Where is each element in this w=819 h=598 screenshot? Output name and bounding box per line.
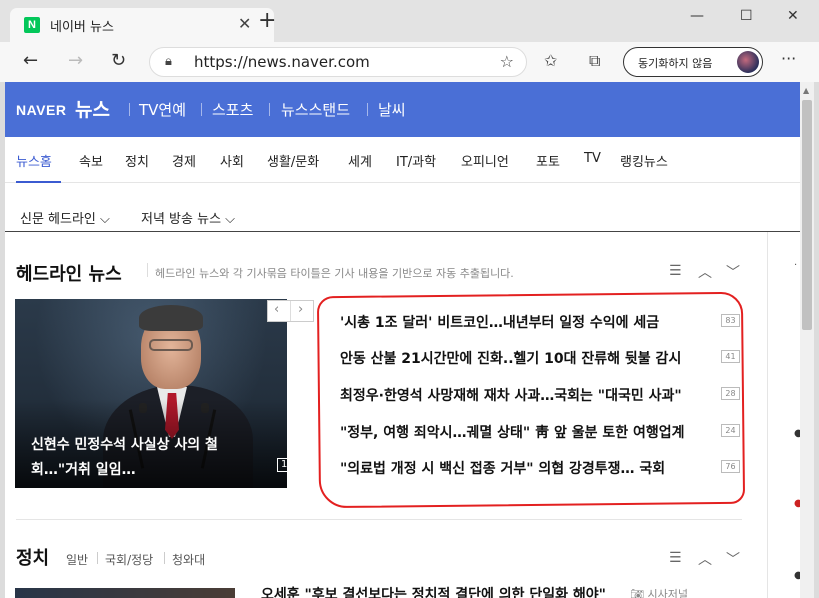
browser-tab[interactable]: N 네이버 뉴스 ✕ — [10, 8, 274, 42]
tab-bar: N 네이버 뉴스 ✕ + — ☐ ✕ — [0, 0, 819, 42]
politics-sub-general[interactable]: 일반 — [66, 551, 88, 568]
header-link-weather[interactable]: 날씨 — [378, 99, 406, 120]
more-options-icon[interactable]: ··· — [781, 49, 796, 68]
photo-caption[interactable]: 신현수 민정수석 사실상 사의 철회…"거취 일임… — [31, 433, 261, 483]
section-tab-opinion[interactable]: 오피니언 — [461, 151, 509, 170]
header-divider — [201, 103, 202, 116]
section-tab-ranking[interactable]: 랭킹뉴스 — [620, 151, 668, 170]
section-tab-breaking[interactable]: 속보 — [79, 151, 103, 170]
politics-sub-divider — [164, 552, 165, 564]
header-link-tv[interactable]: TV연예 — [139, 99, 186, 120]
chevron-down-icon[interactable]: ﹀ — [726, 549, 740, 569]
section-tab-politics[interactable]: 정치 — [125, 151, 149, 170]
photo-glasses — [149, 339, 193, 351]
newspaper-headline-dropdown[interactable]: 신문 헤드라인 ⌵ — [20, 208, 110, 227]
politics-source-label: 시사저널 — [647, 588, 688, 598]
politics-sub-divider — [97, 552, 98, 564]
address-bar[interactable]: 🔒︎ https://news.naver.com ☆ — [149, 47, 527, 77]
favorites-icon[interactable]: ✩ — [544, 51, 557, 70]
pager-divider — [290, 301, 291, 321]
back-icon[interactable]: ← — [23, 50, 38, 71]
sync-label: 동기화하지 않음 — [638, 57, 713, 70]
evening-broadcast-dropdown[interactable]: 저녁 방송 뉴스 ⌵ — [141, 208, 235, 227]
naver-news-header: NAVER 뉴스 TV연예 스포츠 뉴스스탠드 날씨 — [5, 82, 800, 137]
chevron-up-icon[interactable]: ︿ — [698, 549, 712, 569]
chevron-down-icon[interactable]: ﹀ — [726, 262, 740, 282]
minimize-icon[interactable]: — — [690, 8, 704, 24]
sub-nav: 신문 헤드라인 ⌵ 저녁 방송 뉴스 ⌵ — [5, 183, 800, 232]
photo-article-count: 104 — [277, 458, 287, 472]
right-column-snippet: · — [794, 260, 798, 271]
header-divider — [269, 103, 270, 116]
pager-prev-icon[interactable]: ‹ — [274, 302, 279, 317]
camera-icon: 📷︎ — [630, 588, 648, 598]
red-hand-drawn-annotation — [316, 291, 746, 509]
headline-desc-divider — [147, 263, 148, 277]
header-divider — [129, 103, 130, 116]
avatar — [737, 51, 759, 73]
tab-title: 네이버 뉴스 — [50, 20, 114, 35]
list-view-icon[interactable]: ☰ — [669, 263, 682, 279]
lock-icon[interactable]: 🔒︎ — [165, 54, 172, 69]
header-link-sports[interactable]: 스포츠 — [212, 99, 253, 120]
maximize-icon[interactable]: ☐ — [740, 8, 753, 24]
politics-sub-assembly[interactable]: 국회/정당 — [105, 551, 153, 568]
section-tab-world[interactable]: 세계 — [348, 151, 372, 170]
politics-section-title[interactable]: 정치 — [16, 544, 49, 570]
headline-description: 헤드라인 뉴스와 각 기사묶음 타이틀은 기사 내용을 기반으로 자동 추출됩니… — [155, 267, 514, 280]
photo-pager: ‹ › — [267, 300, 314, 322]
collections-icon[interactable]: ⧉ — [589, 51, 600, 71]
politics-source: 📷︎ 시사저널 — [630, 586, 688, 598]
window-edge — [814, 82, 819, 598]
section-tab-life[interactable]: 생활/문화 — [267, 151, 319, 170]
browser-toolbar: ← → ↻ 🔒︎ https://news.naver.com ☆ ✩ ⧉ 동기… — [0, 42, 819, 82]
right-column-divider — [767, 232, 768, 598]
list-view-icon[interactable]: ☰ — [669, 550, 682, 566]
header-divider — [367, 103, 368, 116]
sync-profile-button[interactable]: 동기화하지 않음 — [623, 47, 763, 77]
reload-icon[interactable]: ↻ — [111, 50, 126, 71]
section-tab-economy[interactable]: 경제 — [172, 151, 196, 170]
section-tab-tv[interactable]: TV — [584, 151, 601, 166]
page-scrollbar[interactable]: ▲ — [800, 82, 814, 598]
section-nav: 뉴스홈 속보 정치 경제 사회 생활/문화 세계 IT/과학 오피니언 포토 T… — [5, 137, 800, 183]
headline-photo[interactable]: 신현수 민정수석 사실상 사의 철회…"거취 일임… 104 — [15, 299, 287, 488]
section-tab-photo[interactable]: 포토 — [536, 151, 560, 170]
new-tab-icon[interactable]: + — [258, 10, 276, 32]
close-window-icon[interactable]: ✕ — [787, 8, 799, 24]
politics-headline[interactable]: 오세훈 "후보 결선보다는 정치적 결단에 의한 단일화 해야" — [261, 584, 606, 598]
naver-favicon-icon: N — [24, 17, 40, 33]
page-content: NAVER 뉴스 TV연예 스포츠 뉴스스탠드 날씨 뉴스홈 속보 정치 경제 … — [5, 82, 800, 598]
section-tab-it[interactable]: IT/과학 — [396, 151, 436, 170]
naver-logo[interactable]: NAVER — [16, 102, 66, 118]
chevron-up-icon[interactable]: ︿ — [698, 262, 712, 282]
news-logo[interactable]: 뉴스 — [75, 95, 110, 122]
section-tab-society[interactable]: 사회 — [220, 151, 244, 170]
photo-hair — [139, 305, 203, 331]
headline-section-title: 헤드라인 뉴스 — [16, 264, 122, 285]
browser-window: N 네이버 뉴스 ✕ + — ☐ ✕ ← → ↻ 🔒︎ https://news… — [0, 0, 819, 598]
section-tab-home[interactable]: 뉴스홈 — [16, 151, 52, 170]
header-link-newsstand[interactable]: 뉴스스탠드 — [281, 99, 350, 120]
pager-next-icon[interactable]: › — [298, 302, 303, 317]
section-divider — [16, 519, 742, 520]
scrollbar-thumb[interactable] — [802, 100, 812, 330]
politics-thumbnail[interactable] — [15, 588, 235, 598]
url-text[interactable]: https://news.naver.com — [194, 53, 370, 71]
close-tab-icon[interactable]: ✕ — [238, 14, 251, 33]
forward-icon[interactable]: → — [68, 50, 83, 71]
scroll-up-icon[interactable]: ▲ — [803, 86, 809, 95]
politics-sub-bluehouse[interactable]: 청와대 — [172, 551, 205, 568]
add-favorite-icon[interactable]: ☆ — [500, 52, 514, 71]
